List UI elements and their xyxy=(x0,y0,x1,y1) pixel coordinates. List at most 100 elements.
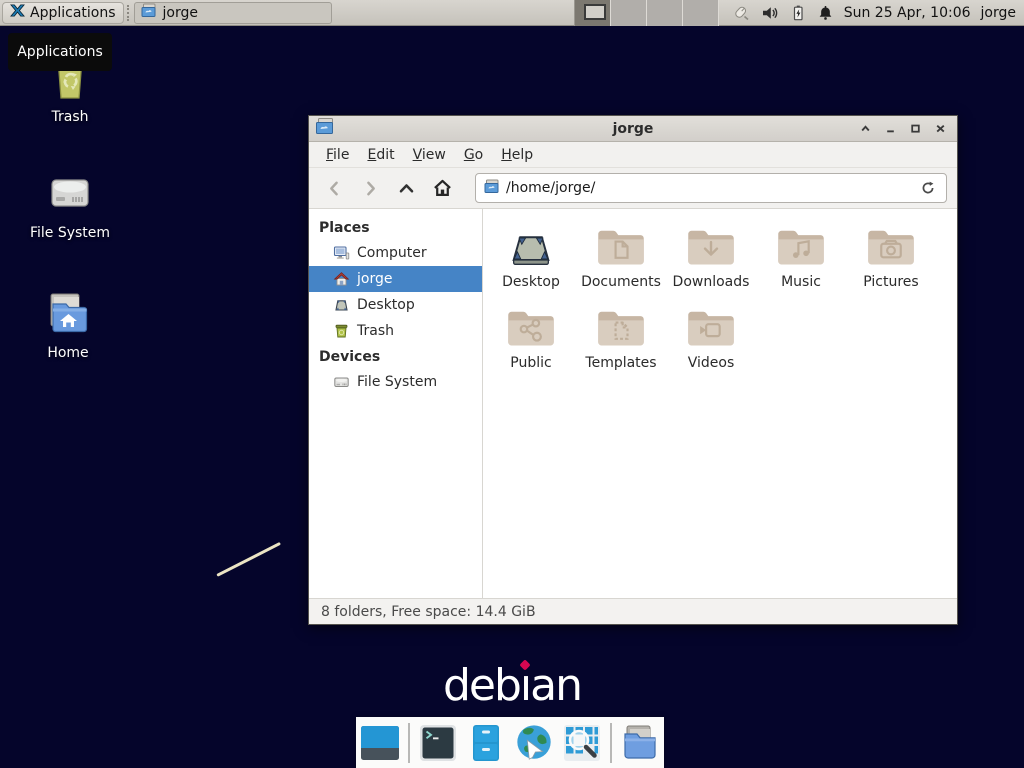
path-bar[interactable] xyxy=(475,173,947,203)
menu-go[interactable]: Go xyxy=(455,144,492,166)
minimize-button[interactable] xyxy=(880,119,901,139)
workspace-pager xyxy=(574,0,719,26)
statusbar-text: 8 folders, Free space: 14.4 GiB xyxy=(321,604,536,620)
tooltip-text: Applications xyxy=(17,44,103,60)
sidebar-item-computer[interactable]: Computer xyxy=(309,240,482,266)
home-button[interactable] xyxy=(427,173,457,203)
window-body: Places Computer jorge Desktop Trash xyxy=(309,209,957,598)
up-button[interactable] xyxy=(391,173,421,203)
file-manager-launcher[interactable] xyxy=(466,723,506,763)
sidebar-item-trash[interactable]: Trash xyxy=(309,318,482,344)
applications-tooltip: Applications xyxy=(8,33,112,71)
home-folder-icon xyxy=(43,290,93,340)
desktop-icon-home[interactable]: Home xyxy=(20,290,116,361)
file-label: Downloads xyxy=(673,274,750,290)
drive-icon xyxy=(333,374,350,390)
file-item-videos[interactable]: Videos xyxy=(666,306,756,371)
window-folder-icon xyxy=(315,117,335,140)
music-folder-icon xyxy=(775,225,827,269)
trash-icon xyxy=(333,323,350,339)
workspace-1[interactable] xyxy=(575,0,611,26)
workspace-2[interactable] xyxy=(611,0,647,26)
sidebar-item-label: Computer xyxy=(357,245,427,261)
menu-edit[interactable]: Edit xyxy=(358,144,403,166)
file-label: Templates xyxy=(585,355,656,371)
web-browser-launcher[interactable] xyxy=(514,723,554,763)
sidebar-item-jorge[interactable]: jorge xyxy=(309,266,482,292)
file-label: Documents xyxy=(581,274,661,290)
file-label: Music xyxy=(781,274,821,290)
statusbar: 8 folders, Free space: 14.4 GiB xyxy=(309,598,957,624)
file-label: Videos xyxy=(688,355,735,371)
folder-icon xyxy=(620,723,660,763)
desktop-icon-file-system[interactable]: File System xyxy=(22,170,118,241)
file-item-templates[interactable]: Templates xyxy=(576,306,666,371)
sidebar: Places Computer jorge Desktop Trash xyxy=(309,209,483,598)
user-menu[interactable]: jorge xyxy=(981,5,1016,21)
volume-icon[interactable] xyxy=(761,4,779,22)
file-grid: Desktop Documents Downloads Music xyxy=(486,225,948,387)
back-button[interactable] xyxy=(319,173,349,203)
file-label: Desktop xyxy=(502,274,560,290)
file-manager-window: jorge File Edit View Go Help xyxy=(308,115,958,625)
app-finder-icon xyxy=(562,723,602,763)
file-cabinet-icon xyxy=(466,723,506,763)
desktop-icon-label: File System xyxy=(30,225,110,241)
clock[interactable]: Sun 25 Apr, 10:06 xyxy=(844,5,971,21)
sidebar-item-label: Desktop xyxy=(357,297,415,313)
reload-button[interactable] xyxy=(916,176,940,200)
file-item-music[interactable]: Music xyxy=(756,225,846,290)
sidebar-header-places: Places xyxy=(309,215,482,240)
taskbar-window-label: jorge xyxy=(163,5,198,21)
menu-view[interactable]: View xyxy=(404,144,455,166)
close-button[interactable] xyxy=(930,119,951,139)
terminal-icon xyxy=(418,723,458,763)
menu-help[interactable]: Help xyxy=(492,144,542,166)
maximize-button[interactable] xyxy=(905,119,926,139)
file-item-pictures[interactable]: Pictures xyxy=(846,225,936,290)
path-input[interactable] xyxy=(506,180,910,196)
sidebar-item-desktop[interactable]: Desktop xyxy=(309,292,482,318)
folder-launcher[interactable] xyxy=(620,723,660,763)
top-panel: Applications jorge xyxy=(0,0,1024,26)
templates-folder-icon xyxy=(595,306,647,350)
titlebar[interactable]: jorge xyxy=(309,116,957,142)
sidebar-header-devices: Devices xyxy=(309,344,482,369)
file-label: Pictures xyxy=(863,274,918,290)
workspace-window-preview xyxy=(584,4,606,20)
hard-drive-icon xyxy=(45,170,95,220)
stray-line-artifact xyxy=(216,542,281,577)
input-device-icon[interactable] xyxy=(731,4,750,22)
desktop-icon-label: Trash xyxy=(52,109,89,125)
debian-logo: debıan xyxy=(0,660,1024,711)
system-tray xyxy=(731,4,834,22)
show-desktop-button[interactable] xyxy=(360,723,400,763)
file-item-downloads[interactable]: Downloads xyxy=(666,225,756,290)
battery-icon[interactable] xyxy=(790,4,806,22)
computer-icon xyxy=(333,245,350,261)
terminal-launcher[interactable] xyxy=(418,723,458,763)
file-item-desktop[interactable]: Desktop xyxy=(486,225,576,290)
sidebar-item-file-system[interactable]: File System xyxy=(309,369,482,395)
workspace-4[interactable] xyxy=(683,0,719,26)
dock xyxy=(356,717,664,768)
shade-button[interactable] xyxy=(855,119,876,139)
file-item-documents[interactable]: Documents xyxy=(576,225,666,290)
file-view[interactable]: Desktop Documents Downloads Music xyxy=(483,209,957,598)
desktop-blotter-icon xyxy=(505,225,557,269)
workspace-3[interactable] xyxy=(647,0,683,26)
sidebar-item-label: Trash xyxy=(357,323,394,339)
taskbar-window-button[interactable]: jorge xyxy=(134,2,332,24)
panel-handle[interactable] xyxy=(127,5,131,21)
downloads-folder-icon xyxy=(685,225,737,269)
desktop-blotter-icon xyxy=(333,297,350,313)
applications-menu-button[interactable]: Applications xyxy=(2,2,124,24)
forward-button[interactable] xyxy=(355,173,385,203)
path-folder-icon xyxy=(484,179,500,198)
application-finder-launcher[interactable] xyxy=(562,723,602,763)
notifications-bell-icon[interactable] xyxy=(817,4,834,22)
menubar: File Edit View Go Help xyxy=(309,142,957,168)
menu-file[interactable]: File xyxy=(317,144,358,166)
debian-wordmark: debıan xyxy=(443,660,581,711)
file-item-public[interactable]: Public xyxy=(486,306,576,371)
